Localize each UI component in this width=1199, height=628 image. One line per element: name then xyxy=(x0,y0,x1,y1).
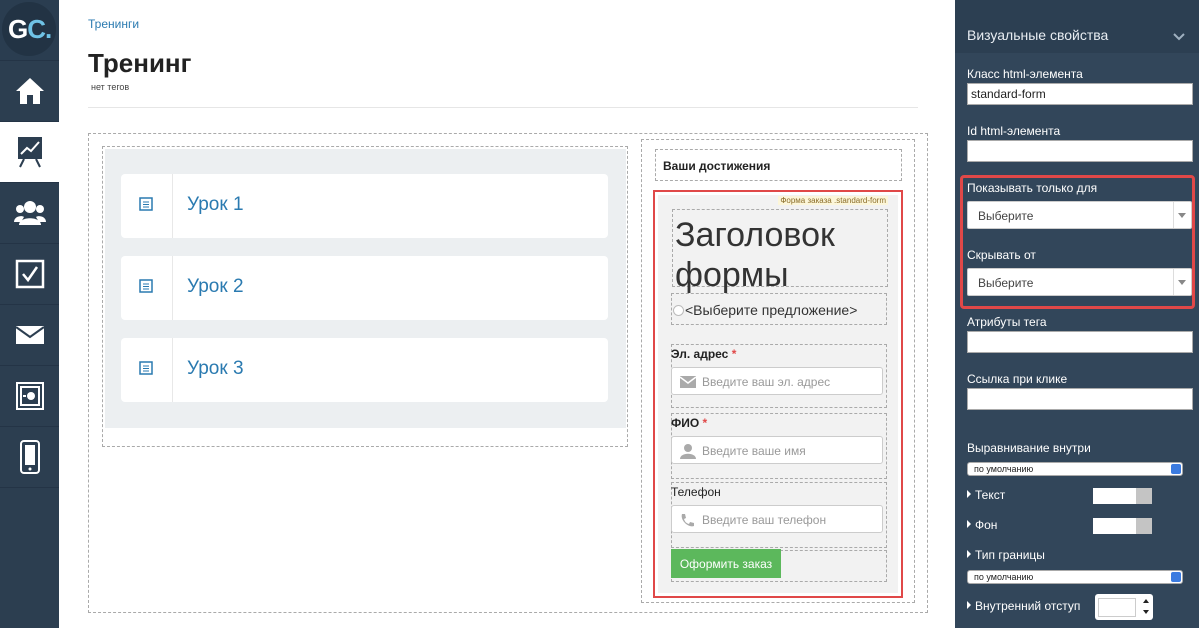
updown-icon xyxy=(1171,464,1181,474)
show-only-select[interactable]: Выберите xyxy=(967,201,1192,229)
lesson-separator xyxy=(172,338,173,402)
text-color-swatch[interactable] xyxy=(1093,488,1152,504)
breadcrumb[interactable]: Тренинги xyxy=(88,17,139,31)
nav-sales[interactable] xyxy=(0,366,59,427)
padding-stepper[interactable] xyxy=(1095,594,1153,620)
document-icon xyxy=(139,361,153,380)
left-navigation: GC. xyxy=(0,0,59,628)
align-label: Выравнивание внутри xyxy=(967,441,1091,455)
id-input[interactable] xyxy=(967,140,1193,162)
background-color-swatch[interactable] xyxy=(1093,518,1152,534)
logo-text: GC. xyxy=(8,14,52,44)
email-placeholder: Введите ваш эл. адрес xyxy=(702,375,831,389)
envelope-icon xyxy=(679,375,697,393)
form-element-tag: Форма заказа .standard-form xyxy=(778,196,888,205)
person-icon xyxy=(680,444,696,464)
lesson-item[interactable]: Урок 2 xyxy=(121,256,608,320)
phone-placeholder: Введите ваш телефон xyxy=(702,513,827,527)
hide-from-value: Выберите xyxy=(978,276,1034,290)
home-icon xyxy=(15,78,44,104)
logo[interactable]: GC. xyxy=(0,0,59,61)
align-select[interactable]: по умолчанию xyxy=(967,462,1183,476)
achievements-block[interactable]: Ваши достижения xyxy=(655,149,902,181)
triangle-right-icon xyxy=(967,490,971,498)
id-label: Id html-элемента xyxy=(967,124,1061,138)
offer-radio[interactable] xyxy=(673,305,684,316)
triangle-right-icon xyxy=(967,550,971,558)
nav-mobile[interactable] xyxy=(0,427,59,488)
mobile-icon xyxy=(19,440,40,474)
dropdown-arrow-icon xyxy=(1173,269,1190,295)
chevron-down-icon[interactable] xyxy=(1173,28,1185,46)
achievements-title: Ваши достижения xyxy=(663,159,771,173)
safe-icon xyxy=(15,382,44,410)
nav-home[interactable] xyxy=(0,61,59,122)
text-color-toggle[interactable]: Текст xyxy=(967,488,1005,502)
page-title: Тренинг xyxy=(88,48,192,78)
attributes-label: Атрибуты тега xyxy=(967,315,1047,329)
nav-users[interactable] xyxy=(0,183,59,244)
border-type-select[interactable]: по умолчанию xyxy=(967,570,1183,584)
arrow-up-icon[interactable] xyxy=(1143,599,1149,603)
padding-input[interactable] xyxy=(1098,598,1136,617)
lesson-separator xyxy=(172,256,173,320)
lesson-title[interactable]: Урок 3 xyxy=(187,358,244,380)
name-field[interactable]: Введите ваше имя xyxy=(671,436,883,464)
mail-icon xyxy=(14,326,45,344)
users-icon xyxy=(13,201,46,225)
submit-order-button[interactable]: Оформить заказ xyxy=(671,549,781,578)
nav-tasks[interactable] xyxy=(0,244,59,305)
page-tags: нет тегов xyxy=(91,82,130,92)
document-icon xyxy=(139,197,153,216)
name-label: ФИО * xyxy=(671,416,708,430)
email-field[interactable]: Введите ваш эл. адрес xyxy=(671,367,883,395)
document-icon xyxy=(139,279,153,298)
show-only-label: Показывать только для xyxy=(967,181,1098,195)
arrow-down-icon[interactable] xyxy=(1143,610,1149,614)
lesson-item[interactable]: Урок 1 xyxy=(121,174,608,238)
checkbox-icon xyxy=(15,259,44,289)
background-toggle[interactable]: Фон xyxy=(967,518,997,532)
hide-from-select[interactable]: Выберите xyxy=(967,268,1192,296)
lesson-title[interactable]: Урок 1 xyxy=(187,194,244,216)
offer-selector[interactable]: <Выберите предложение> xyxy=(673,302,893,321)
form-heading[interactable]: Заголовок формы xyxy=(675,215,885,295)
class-label: Класс html-элемента xyxy=(967,67,1083,81)
border-type-toggle[interactable]: Тип границы xyxy=(967,548,1045,562)
phone-label: Телефон xyxy=(671,485,721,499)
align-value: по умолчанию xyxy=(974,464,1034,474)
lesson-separator xyxy=(172,174,173,238)
panel-title: Визуальные свойства xyxy=(967,27,1109,43)
border-type-value: по умолчанию xyxy=(974,572,1034,582)
hide-from-label: Скрывать от xyxy=(967,248,1036,262)
nav-mail[interactable] xyxy=(0,305,59,366)
divider xyxy=(88,107,918,108)
class-input[interactable]: standard-form xyxy=(967,83,1193,105)
show-only-value: Выберите xyxy=(978,209,1034,223)
triangle-right-icon xyxy=(967,601,971,609)
chart-icon xyxy=(17,137,42,168)
link-input[interactable] xyxy=(967,388,1193,410)
nav-footer xyxy=(0,506,59,628)
color-picker-button[interactable] xyxy=(1136,518,1152,534)
nav-training[interactable] xyxy=(0,122,59,183)
updown-icon xyxy=(1171,572,1181,582)
lesson-title[interactable]: Урок 2 xyxy=(187,276,244,298)
phone-field[interactable]: Введите ваш телефон xyxy=(671,505,883,533)
panel-header[interactable]: Визуальные свойства xyxy=(955,0,1199,53)
padding-toggle[interactable]: Внутренний отступ xyxy=(967,599,1080,613)
triangle-right-icon xyxy=(967,520,971,528)
name-placeholder: Введите ваше имя xyxy=(702,444,806,458)
link-label: Ссылка при клике xyxy=(967,372,1068,386)
properties-panel: Визуальные свойства Класс html-элемента … xyxy=(955,0,1199,628)
main-content: Тренинги Тренинг нет тегов Урок 1 Урок 2… xyxy=(59,0,955,628)
dropdown-arrow-icon xyxy=(1173,202,1190,228)
phone-icon xyxy=(680,513,695,533)
email-label: Эл. адрес * xyxy=(671,347,737,361)
attributes-input[interactable] xyxy=(967,331,1193,353)
lesson-item[interactable]: Урок 3 xyxy=(121,338,608,402)
color-picker-button[interactable] xyxy=(1136,488,1152,504)
offer-label: <Выберите предложение> xyxy=(685,302,858,318)
